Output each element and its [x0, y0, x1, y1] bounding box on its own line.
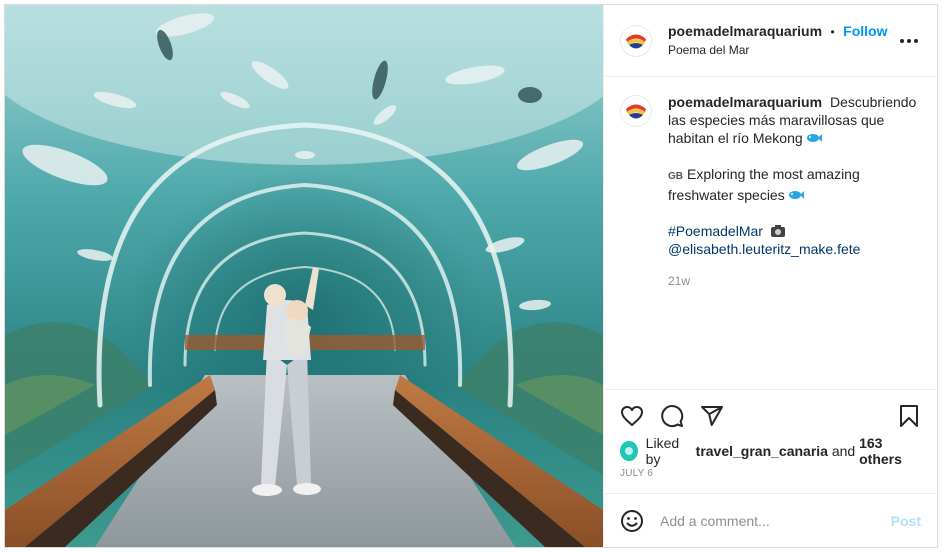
comment-input[interactable] — [660, 512, 891, 529]
liker-logo-icon — [624, 447, 633, 455]
fish-emoji-icon — [788, 191, 804, 199]
likes-others-link[interactable]: 163 others — [859, 435, 921, 467]
bookmark-icon[interactable] — [897, 404, 921, 428]
separator-dot: • — [830, 25, 835, 39]
likes-and: and — [831, 443, 856, 459]
likes-summary: Liked by travel_gran_canaria and 163 oth… — [620, 435, 921, 467]
post-side-panel: poemadelmaraquarium • Follow Poema del M… — [603, 5, 937, 547]
brand-logo-icon — [626, 34, 646, 48]
caption-area: poemadelmaraquarium Descubriendo las esp… — [604, 77, 937, 389]
location-link[interactable]: Poema del Mar — [668, 41, 897, 59]
follow-button[interactable]: Follow — [843, 23, 887, 39]
share-icon[interactable] — [700, 404, 724, 428]
caption-en-line2: freshwater species — [668, 187, 785, 203]
liker-username[interactable]: travel_gran_canaria — [696, 443, 828, 459]
emoji-smile-icon[interactable] — [620, 509, 644, 533]
instagram-post: poemadelmaraquarium • Follow Poema del M… — [4, 4, 938, 548]
aquarium-tunnel-image — [5, 5, 603, 547]
action-icons — [620, 396, 921, 436]
caption-body: poemadelmaraquarium Descubriendo las esp… — [668, 93, 916, 373]
brand-logo-icon — [626, 104, 646, 119]
caption-text-line1: Descubriendo — [829, 94, 917, 110]
comment-icon[interactable] — [660, 404, 684, 428]
header-text: poemadelmaraquarium • Follow Poema del M… — [668, 22, 897, 59]
caption-en-line1: Exploring the most amazing — [687, 166, 860, 182]
comment-bar: Post — [604, 493, 937, 547]
post-header: poemadelmaraquarium • Follow Poema del M… — [604, 5, 937, 77]
post-comment-button[interactable]: Post — [891, 513, 921, 529]
gb-flag-icon: GB — [668, 171, 683, 182]
likes-prefix: Liked by — [645, 435, 680, 467]
post-photo[interactable] — [5, 5, 603, 547]
post-date[interactable]: JULY 6 — [620, 468, 921, 479]
mention-link[interactable]: @elisabeth.leuteritz_make.fete — [668, 240, 916, 258]
heart-icon[interactable] — [620, 404, 644, 428]
action-bar: Liked by travel_gran_canaria and 163 oth… — [604, 389, 937, 493]
hashtag-link[interactable]: #PoemadelMar — [668, 223, 763, 239]
more-options-button[interactable] — [897, 29, 921, 53]
camera-emoji-icon — [770, 225, 785, 237]
liker-avatar[interactable] — [620, 441, 638, 461]
caption-username[interactable]: poemadelmaraquarium — [668, 94, 822, 110]
post-time[interactable]: 21w — [668, 272, 916, 290]
more-horizontal-icon — [900, 38, 918, 43]
username-link[interactable]: poemadelmaraquarium — [668, 23, 822, 39]
caption-text-line2: las especies más maravillosas que — [668, 112, 885, 128]
fish-emoji-icon — [806, 134, 822, 142]
avatar[interactable] — [620, 24, 652, 57]
caption-avatar[interactable] — [620, 95, 652, 127]
caption-text-line3: habitan el río Mekong — [668, 130, 803, 146]
